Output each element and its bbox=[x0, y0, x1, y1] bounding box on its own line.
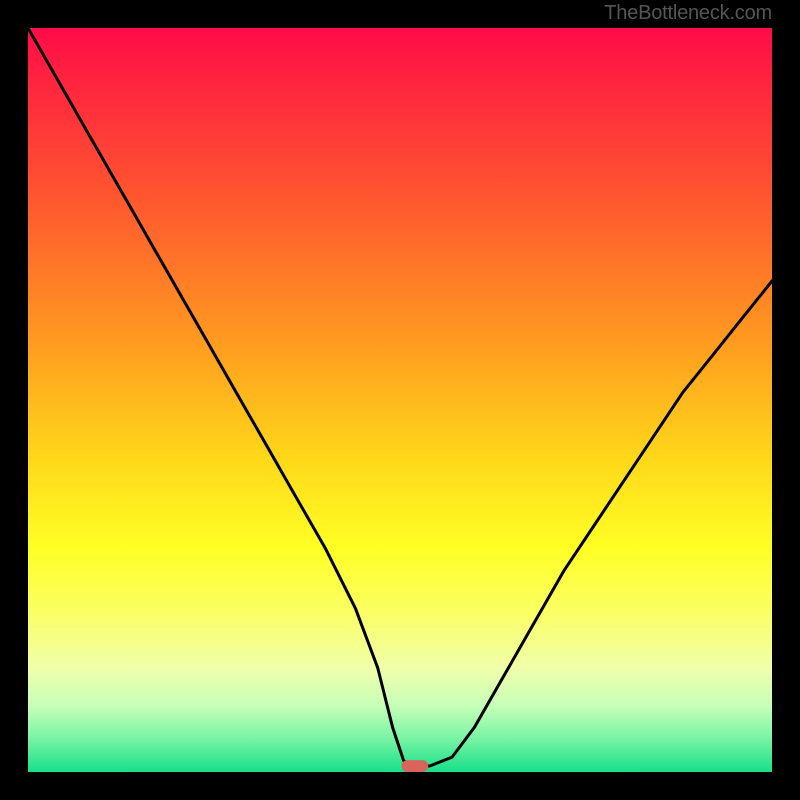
vertex-marker bbox=[402, 760, 429, 772]
chart-frame: TheBottleneck.com bbox=[0, 0, 800, 800]
bottleneck-curve bbox=[28, 28, 772, 772]
plot-area bbox=[28, 28, 772, 772]
watermark-text: TheBottleneck.com bbox=[604, 2, 772, 25]
curve-line bbox=[28, 28, 772, 766]
